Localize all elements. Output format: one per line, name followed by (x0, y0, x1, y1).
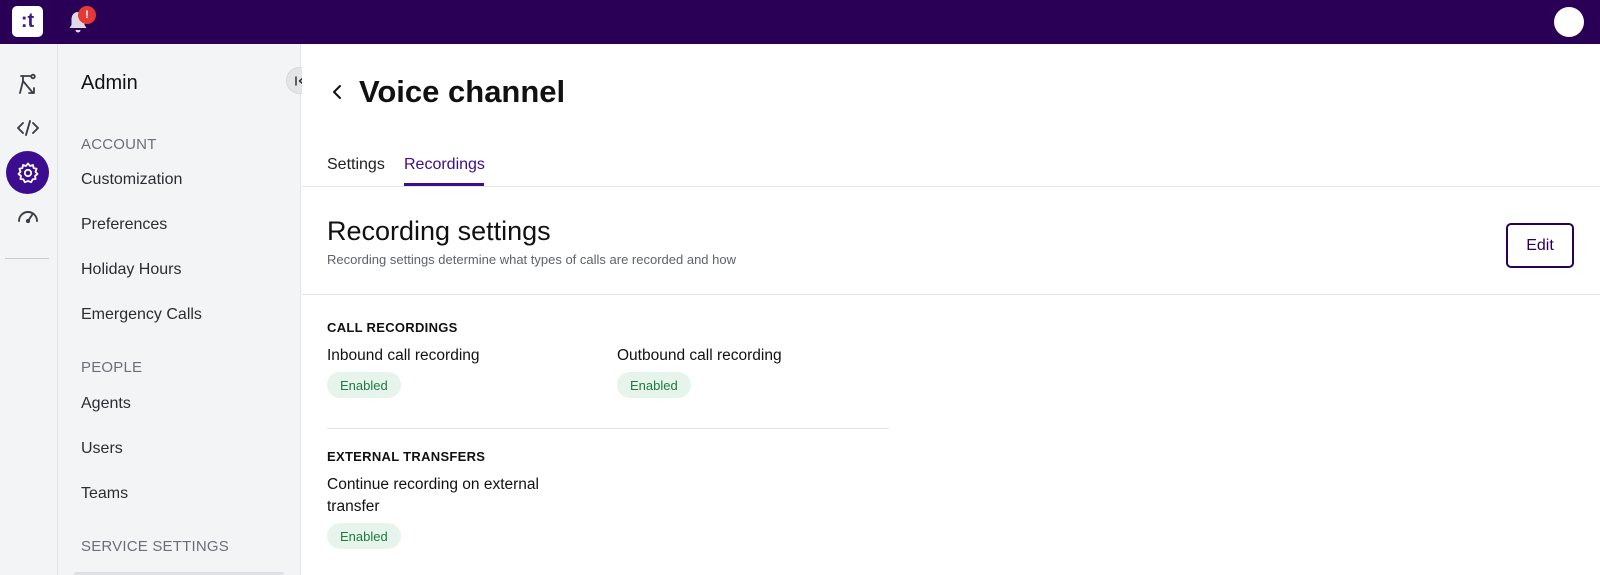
group-divider (327, 428, 889, 429)
group-label-call-recordings: CALL RECORDINGS (327, 320, 458, 335)
sidebar-item-preferences[interactable]: Preferences (81, 216, 167, 234)
tabs-divider (302, 186, 1600, 187)
back-arrow-icon[interactable] (326, 81, 348, 103)
status-badge-inbound: Enabled (327, 372, 401, 398)
recording-settings-subtitle: Recording settings determine what types … (327, 252, 736, 267)
field-label-outbound: Outbound call recording (617, 347, 782, 364)
edit-button[interactable]: Edit (1506, 223, 1574, 268)
sidebar-title: Admin (81, 72, 138, 94)
section-label-service-settings: SERVICE SETTINGS (81, 538, 229, 555)
recording-settings-title: Recording settings (327, 216, 551, 246)
sidebar-item-customization[interactable]: Customization (81, 171, 182, 189)
top-bar: :t ! (0, 0, 1600, 44)
section-label-account: ACCOUNT (81, 136, 157, 153)
header-divider (302, 294, 1600, 295)
page-title: Voice channel (359, 74, 566, 109)
tab-recordings[interactable]: Recordings (404, 156, 485, 174)
sidebar-item-users[interactable]: Users (81, 440, 123, 458)
sidebar-item-agents[interactable]: Agents (81, 395, 131, 413)
sidebar-item-teams[interactable]: Teams (81, 485, 128, 503)
tab-settings[interactable]: Settings (327, 156, 385, 174)
status-badge-outbound: Enabled (617, 372, 691, 398)
gauge-icon[interactable] (6, 194, 49, 237)
field-label-inbound: Inbound call recording (327, 347, 480, 364)
admin-sidebar: Admin ACCOUNT Customization Preferences … (58, 44, 301, 575)
sidebar-item-emergency-calls[interactable]: Emergency Calls (81, 306, 202, 324)
section-label-people: PEOPLE (81, 359, 143, 376)
user-avatar[interactable] (1554, 7, 1584, 37)
gear-icon[interactable] (6, 151, 49, 194)
sidebar-item-holiday-hours[interactable]: Holiday Hours (81, 261, 181, 279)
app-logo[interactable]: :t (12, 6, 43, 37)
status-badge-external-transfer: Enabled (327, 523, 401, 549)
routing-icon[interactable] (6, 63, 49, 106)
icon-rail (0, 44, 58, 575)
field-label-external-transfer: Continue recording on external transfer (327, 476, 539, 515)
notification-badge: ! (78, 6, 96, 24)
code-icon[interactable] (6, 106, 49, 149)
rail-divider (5, 258, 49, 259)
group-label-external-transfers: EXTERNAL TRANSFERS (327, 449, 486, 464)
main-content: Voice channel Settings Recordings Record… (302, 44, 1600, 575)
